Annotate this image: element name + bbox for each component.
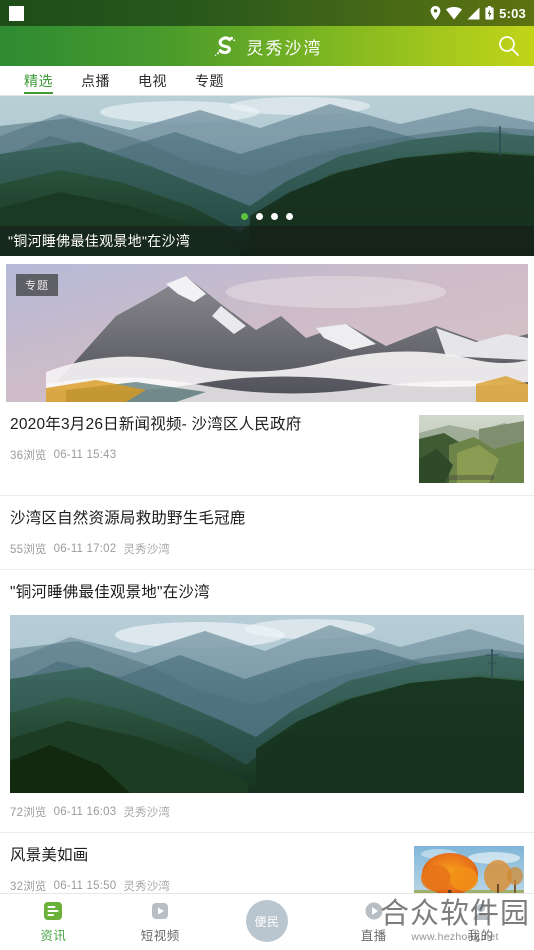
snow-mountain-image: [6, 264, 528, 402]
article-title: 2020年3月26日新闻视频- 沙湾区人民政府: [10, 416, 302, 433]
article-date: 06-11 15:50: [53, 879, 117, 892]
carousel-dots[interactable]: [0, 213, 534, 220]
article-views: 72浏览: [10, 806, 47, 819]
nav-item-news[interactable]: 资讯: [0, 894, 107, 950]
carousel-dot-2[interactable]: [256, 213, 263, 220]
short-video-icon: [149, 900, 171, 922]
article-title: 风景美如画: [10, 846, 89, 864]
feature-badge: 专题: [16, 274, 58, 296]
article-title: "铜河睡佛最佳观景地"在沙湾: [10, 583, 210, 601]
article-views: 36浏览: [10, 449, 47, 462]
article-views: 55浏览: [10, 543, 47, 556]
nav-item-live[interactable]: 直播: [320, 894, 427, 950]
article-meta: 72浏览 06-11 16:03 灵秀沙湾: [10, 804, 524, 820]
tab-jingxuan[interactable]: 精选: [10, 66, 67, 96]
article-source: 灵秀沙湾: [123, 880, 171, 893]
article-date: 06-11 16:03: [53, 805, 117, 818]
tab-dianshi[interactable]: 电视: [124, 66, 181, 96]
article-date: 06-11 15:43: [53, 448, 117, 461]
nav-item-profile[interactable]: 我的: [427, 894, 534, 950]
search-icon[interactable]: [496, 33, 522, 59]
nav-label-short-video: 短视频: [140, 929, 180, 943]
mountain-valley-image: [10, 614, 524, 793]
profile-icon: [470, 900, 492, 922]
article-meta: 32浏览 06-11 15:50 灵秀沙湾: [10, 878, 404, 894]
tab-dianbo[interactable]: 点播: [67, 66, 124, 96]
article-title: 沙湾区自然资源局救助野生毛冠鹿: [10, 510, 246, 527]
article-large-image[interactable]: [10, 614, 524, 793]
carousel-dot-1[interactable]: [241, 213, 248, 220]
app-notification-icon: [9, 5, 24, 21]
carousel-dot-3[interactable]: [271, 213, 278, 220]
category-tab-bar: 精选 点播 电视 专题: [0, 66, 534, 96]
article-date: 06-11 17:02: [53, 542, 117, 555]
list-item[interactable]: "铜河睡佛最佳观景地"在沙湾 72浏览 06-11 16:03 灵秀沙湾: [0, 570, 534, 833]
news-icon: [42, 900, 64, 922]
app-screen: 5:03 灵秀沙湾 精选 点播 电视 专题 "铜河睡佛最佳观景地"在沙湾 专题 …: [0, 0, 534, 950]
article-source: 灵秀沙湾: [123, 543, 171, 556]
forest-valley-thumbnail-image: [419, 415, 524, 483]
app-logo-icon: [212, 33, 238, 59]
battery-icon: [485, 6, 494, 20]
feed-scroll-area[interactable]: "铜河睡佛最佳观景地"在沙湾 专题 2020年3月26日新闻视频- 沙湾区人民政…: [0, 96, 534, 949]
feature-card[interactable]: 专题: [6, 264, 528, 402]
nav-item-short-video[interactable]: 短视频: [107, 894, 214, 950]
status-bar-right: 5:03: [430, 6, 526, 21]
list-item[interactable]: 2020年3月26日新闻视频- 沙湾区人民政府 36浏览 06-11 15:43: [0, 402, 534, 496]
article-source: 灵秀沙湾: [123, 806, 171, 819]
article-meta: 55浏览 06-11 17:02 灵秀沙湾: [10, 541, 524, 557]
list-item[interactable]: 沙湾区自然资源局救助野生毛冠鹿 55浏览 06-11 17:02 灵秀沙湾: [0, 496, 534, 570]
banner-carousel[interactable]: "铜河睡佛最佳观景地"在沙湾: [0, 96, 534, 256]
article-meta: 36浏览 06-11 15:43: [10, 447, 409, 463]
bottom-navigation-bar: 资讯 短视频 便民 直播 我的: [0, 893, 534, 950]
status-bar-clock: 5:03: [499, 5, 526, 21]
carousel-dot-4[interactable]: [286, 213, 293, 220]
signal-icon: [467, 7, 480, 19]
nav-label-news: 资讯: [40, 929, 67, 943]
app-brand: 灵秀沙湾: [212, 33, 323, 59]
article-thumbnail[interactable]: [419, 415, 524, 483]
wifi-icon: [446, 6, 463, 19]
app-header: 灵秀沙湾: [0, 26, 534, 66]
nav-label-live: 直播: [360, 929, 387, 943]
nav-label-profile: 我的: [467, 929, 494, 943]
nav-item-services[interactable]: 便民: [214, 894, 321, 950]
app-title: 灵秀沙湾: [246, 38, 323, 58]
location-pin-icon: [430, 6, 441, 20]
live-broadcast-icon: [363, 900, 385, 922]
article-views: 32浏览: [10, 880, 47, 893]
tab-zhuanti[interactable]: 专题: [181, 66, 238, 96]
status-bar: 5:03: [0, 0, 534, 26]
status-bar-left: [9, 5, 24, 21]
banner-caption: "铜河睡佛最佳观景地"在沙湾: [0, 226, 534, 256]
article-list: 2020年3月26日新闻视频- 沙湾区人民政府 36浏览 06-11 15:43: [0, 402, 534, 916]
services-circle-icon: 便民: [245, 900, 288, 942]
